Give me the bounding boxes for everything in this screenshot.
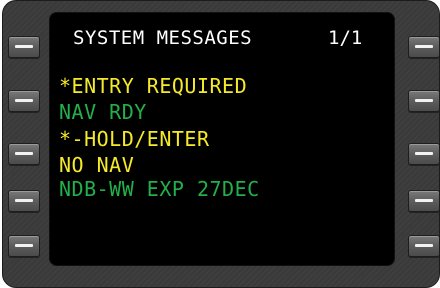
page-title: SYSTEM MESSAGES [73, 27, 253, 49]
line-select-key-5l[interactable] [8, 235, 40, 257]
line-select-key-1r[interactable] [408, 36, 439, 58]
key-bar-icon [15, 99, 33, 102]
line-select-key-2r[interactable] [408, 90, 439, 112]
key-bar-icon [415, 99, 433, 102]
key-bar-icon [15, 244, 33, 247]
key-bar-icon [15, 152, 33, 155]
line-select-key-3r[interactable] [408, 143, 439, 165]
key-bar-icon [415, 45, 433, 48]
line-select-key-5r[interactable] [408, 235, 439, 257]
message-line-2: NAV RDY [59, 100, 147, 124]
message-line-5: NDB-WW EXP 27DEC [59, 177, 260, 201]
key-bar-icon [415, 244, 433, 247]
key-bar-icon [15, 199, 33, 202]
page-number: 1/1 [328, 27, 363, 49]
line-select-key-1l[interactable] [8, 36, 40, 58]
message-line-3: *-HOLD/ENTER [59, 127, 210, 151]
line-select-key-4r[interactable] [408, 190, 439, 212]
line-select-key-4l[interactable] [8, 190, 40, 212]
line-select-key-2l[interactable] [8, 90, 40, 112]
message-line-1: *ENTRY REQUIRED [59, 74, 248, 98]
key-bar-icon [15, 45, 33, 48]
key-bar-icon [415, 152, 433, 155]
message-line-4: NO NAV [59, 153, 135, 177]
key-bar-icon [415, 199, 433, 202]
cdu-bezel: SYSTEM MESSAGES 1/1 *ENTRY REQUIRED NAV … [2, 0, 440, 288]
line-select-key-3l[interactable] [8, 143, 40, 165]
